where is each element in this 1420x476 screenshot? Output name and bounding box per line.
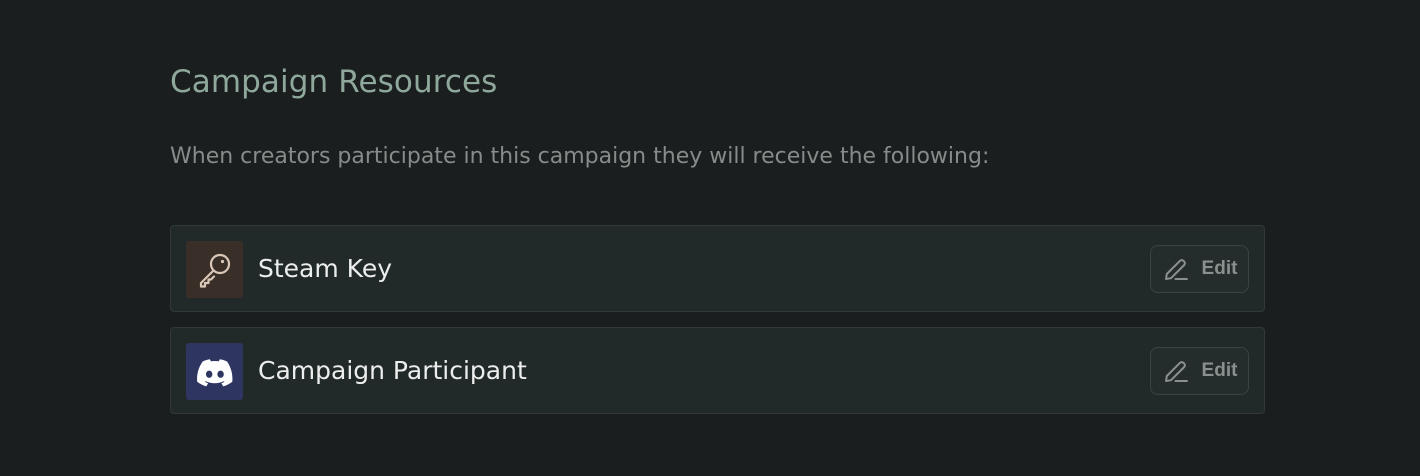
pencil-icon	[1164, 361, 1188, 382]
edit-button-steam-key[interactable]: Edit	[1150, 245, 1249, 293]
section-title: Campaign Resources	[170, 64, 498, 100]
edit-button-campaign-participant[interactable]: Edit	[1150, 347, 1249, 395]
resource-list: Steam Key Edit Campaign Participant Edit	[170, 225, 1265, 429]
resource-item-steam-key: Steam Key Edit	[170, 225, 1265, 312]
section-description: When creators participate in this campai…	[170, 144, 990, 169]
discord-icon	[186, 343, 243, 400]
key-icon	[186, 241, 243, 298]
resource-item-campaign-participant: Campaign Participant Edit	[170, 327, 1265, 414]
edit-label: Edit	[1201, 258, 1238, 279]
resource-label: Campaign Participant	[258, 356, 527, 385]
edit-label: Edit	[1201, 360, 1238, 381]
resource-label: Steam Key	[258, 254, 392, 283]
pencil-icon	[1164, 259, 1188, 280]
